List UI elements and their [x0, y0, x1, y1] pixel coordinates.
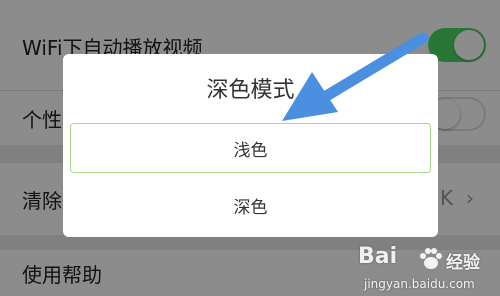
option-dark[interactable]: 深色	[70, 180, 431, 230]
dark-mode-dialog: 深色模式 浅色 深色	[63, 54, 438, 237]
option-light-label: 浅色	[233, 140, 268, 161]
option-light[interactable]: 浅色	[70, 123, 431, 173]
option-dark-label: 深色	[233, 197, 268, 218]
dialog-title: 深色模式	[206, 78, 295, 103]
